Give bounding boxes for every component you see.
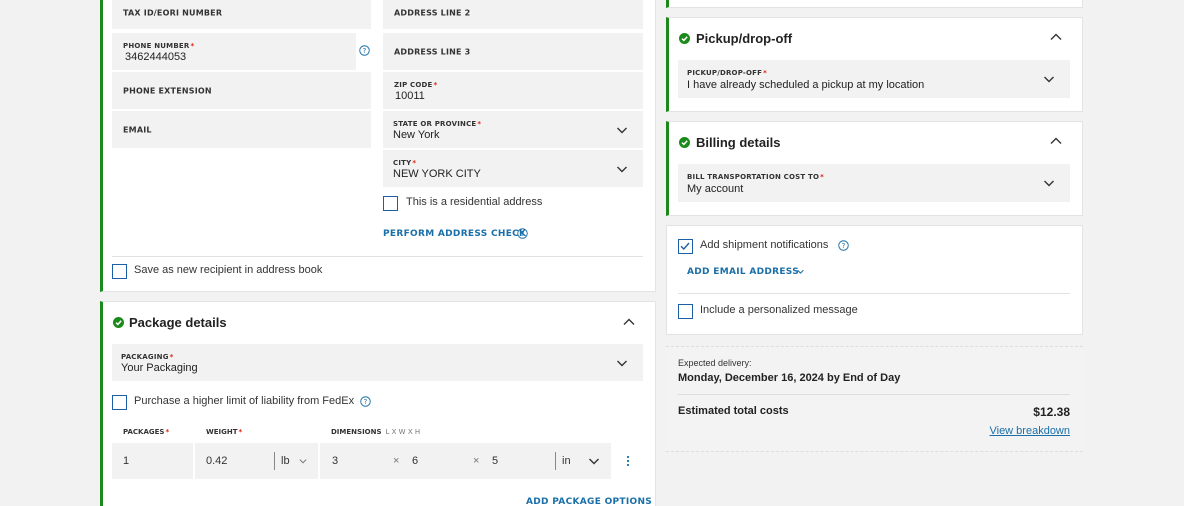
notifications-divider	[678, 293, 1070, 294]
shipment-notifications-label: Add shipment notifications	[700, 239, 829, 251]
notifications-help-icon[interactable]: ?	[838, 240, 849, 251]
add-email-address-link[interactable]: ADD EMAIL ADDRESS	[687, 267, 799, 277]
more-options-kebab-icon[interactable]	[623, 455, 633, 467]
dimension-separator: ×	[473, 455, 480, 467]
state-label: STATE OR PROVINCE*	[393, 120, 482, 128]
summary-divider	[678, 394, 1070, 395]
expected-delivery-label: Expected delivery:	[678, 358, 752, 368]
billing-details-title: Billing details	[696, 135, 781, 150]
svg-text:?: ?	[521, 230, 525, 238]
bill-transportation-select[interactable]: BILL TRANSPORTATION COST TO* My account	[678, 164, 1070, 202]
chevron-down-icon	[615, 123, 629, 137]
phone-number-field[interactable]: PHONE NUMBER* 3462444053	[112, 33, 356, 70]
email-field[interactable]: EMAIL	[112, 111, 371, 148]
tax-id-field[interactable]: TAX ID/EORI NUMBER	[112, 0, 371, 29]
higher-liability-label: Purchase a higher limit of liability fro…	[134, 395, 355, 407]
perform-address-check-link[interactable]: PERFORM ADDRESS CHECK	[383, 229, 526, 239]
packages-count-value: 1	[123, 455, 130, 467]
add-package-options-link[interactable]: ADD PACKAGE OPTIONS	[526, 497, 652, 506]
collapse-chevron-up-icon[interactable]	[622, 315, 636, 329]
svg-text:?: ?	[364, 398, 368, 406]
bill-transportation-label: BILL TRANSPORTATION COST TO*	[687, 173, 825, 181]
svg-text:?: ?	[842, 242, 846, 250]
dimension-separator: ×	[393, 455, 400, 467]
packaging-value: Your Packaging	[121, 362, 198, 374]
phone-number-value: 3462444053	[125, 51, 187, 63]
address-line-2-field[interactable]: ADDRESS LINE 2	[383, 0, 643, 29]
chevron-down-icon	[1042, 72, 1056, 86]
dimension-unit-select[interactable]: in	[562, 455, 571, 467]
address-line-2-label: ADDRESS LINE 2	[394, 8, 471, 17]
zip-code-label: ZIP CODE*	[394, 81, 438, 89]
dimension-height-value[interactable]: 5	[492, 455, 498, 467]
save-recipient-checkbox[interactable]	[112, 264, 127, 279]
recipient-divider	[112, 256, 643, 257]
phone-number-label: PHONE NUMBER*	[123, 42, 195, 50]
city-value: NEW YORK CITY	[393, 168, 481, 180]
chevron-down-icon	[1042, 176, 1056, 190]
pickup-dropoff-select[interactable]: PICKUP/DROP-OFF* I have already schedule…	[678, 60, 1070, 98]
tax-id-label: TAX ID/EORI NUMBER	[123, 8, 223, 17]
address-check-help-icon[interactable]: ?	[517, 228, 528, 239]
phone-help-icon[interactable]: ?	[359, 45, 370, 56]
weight-input[interactable]: 0.42 lb	[195, 443, 318, 479]
view-breakdown-link[interactable]: View breakdown	[989, 425, 1070, 437]
address-line-3-label: ADDRESS LINE 3	[394, 47, 471, 56]
chevron-down-icon	[796, 267, 805, 276]
zip-code-value: 10011	[395, 90, 425, 102]
liability-help-icon[interactable]: ?	[360, 396, 371, 407]
check-circle-icon	[679, 137, 690, 148]
phone-extension-field[interactable]: PHONE EXTENSION	[112, 72, 371, 109]
residential-address-label: This is a residential address	[406, 196, 543, 208]
pickup-dropoff-value: I have already scheduled a pickup at my …	[687, 79, 925, 91]
packages-count-input[interactable]: 1	[112, 443, 193, 479]
bill-transportation-value: My account	[687, 183, 744, 195]
city-select[interactable]: CITY* NEW YORK CITY	[383, 150, 643, 187]
check-circle-icon	[113, 317, 124, 328]
estimated-total-label: Estimated total costs	[678, 405, 789, 417]
shipment-notifications-checkbox[interactable]	[678, 239, 693, 254]
dimensions-input[interactable]: 3 × 6 × 5 in	[320, 443, 611, 479]
collapse-chevron-up-icon[interactable]	[1049, 30, 1063, 44]
weight-unit-separator	[274, 452, 275, 470]
chevron-down-icon	[615, 356, 629, 370]
right-top-strip	[666, 0, 1083, 8]
weight-column-header: WEIGHT*	[206, 428, 243, 436]
collapse-chevron-up-icon[interactable]	[1049, 134, 1063, 148]
pickup-dropoff-label: PICKUP/DROP-OFF*	[687, 69, 767, 77]
weight-unit-select[interactable]: lb	[281, 455, 290, 467]
estimated-total-value: $12.38	[1033, 405, 1070, 419]
personalized-message-label: Include a personalized message	[700, 304, 858, 316]
dimension-width-value[interactable]: 6	[412, 455, 418, 467]
chevron-down-icon	[615, 162, 629, 176]
residential-address-checkbox[interactable]	[383, 196, 398, 211]
package-details-title: Package details	[129, 315, 227, 330]
personalized-message-checkbox[interactable]	[678, 304, 693, 319]
packages-column-header: PACKAGES*	[123, 428, 170, 436]
address-line-3-field[interactable]: ADDRESS LINE 3	[383, 33, 643, 70]
weight-value: 0.42	[206, 455, 228, 467]
dimensions-column-header: DIMENSIONS L x W x H	[331, 428, 421, 436]
higher-liability-checkbox[interactable]	[112, 395, 127, 410]
check-circle-icon	[679, 33, 690, 44]
dimension-length-value[interactable]: 3	[332, 455, 338, 467]
email-label: EMAIL	[123, 125, 152, 134]
svg-text:?: ?	[363, 47, 367, 55]
chevron-down-icon	[587, 454, 601, 468]
city-label: CITY*	[393, 159, 417, 167]
packaging-label: PACKAGING*	[121, 353, 174, 361]
dimension-unit-separator	[555, 452, 556, 470]
pickup-dropoff-title: Pickup/drop-off	[696, 31, 793, 46]
save-recipient-label: Save as new recipient in address book	[134, 264, 323, 276]
packaging-select[interactable]: PACKAGING* Your Packaging	[112, 344, 643, 381]
chevron-down-icon	[298, 456, 308, 466]
state-select[interactable]: STATE OR PROVINCE* New York	[383, 111, 643, 148]
state-value: New York	[393, 129, 440, 141]
zip-code-field[interactable]: ZIP CODE* 10011	[383, 72, 643, 109]
phone-extension-label: PHONE EXTENSION	[123, 86, 212, 95]
expected-delivery-value: Monday, December 16, 2024 by End of Day	[678, 372, 901, 384]
